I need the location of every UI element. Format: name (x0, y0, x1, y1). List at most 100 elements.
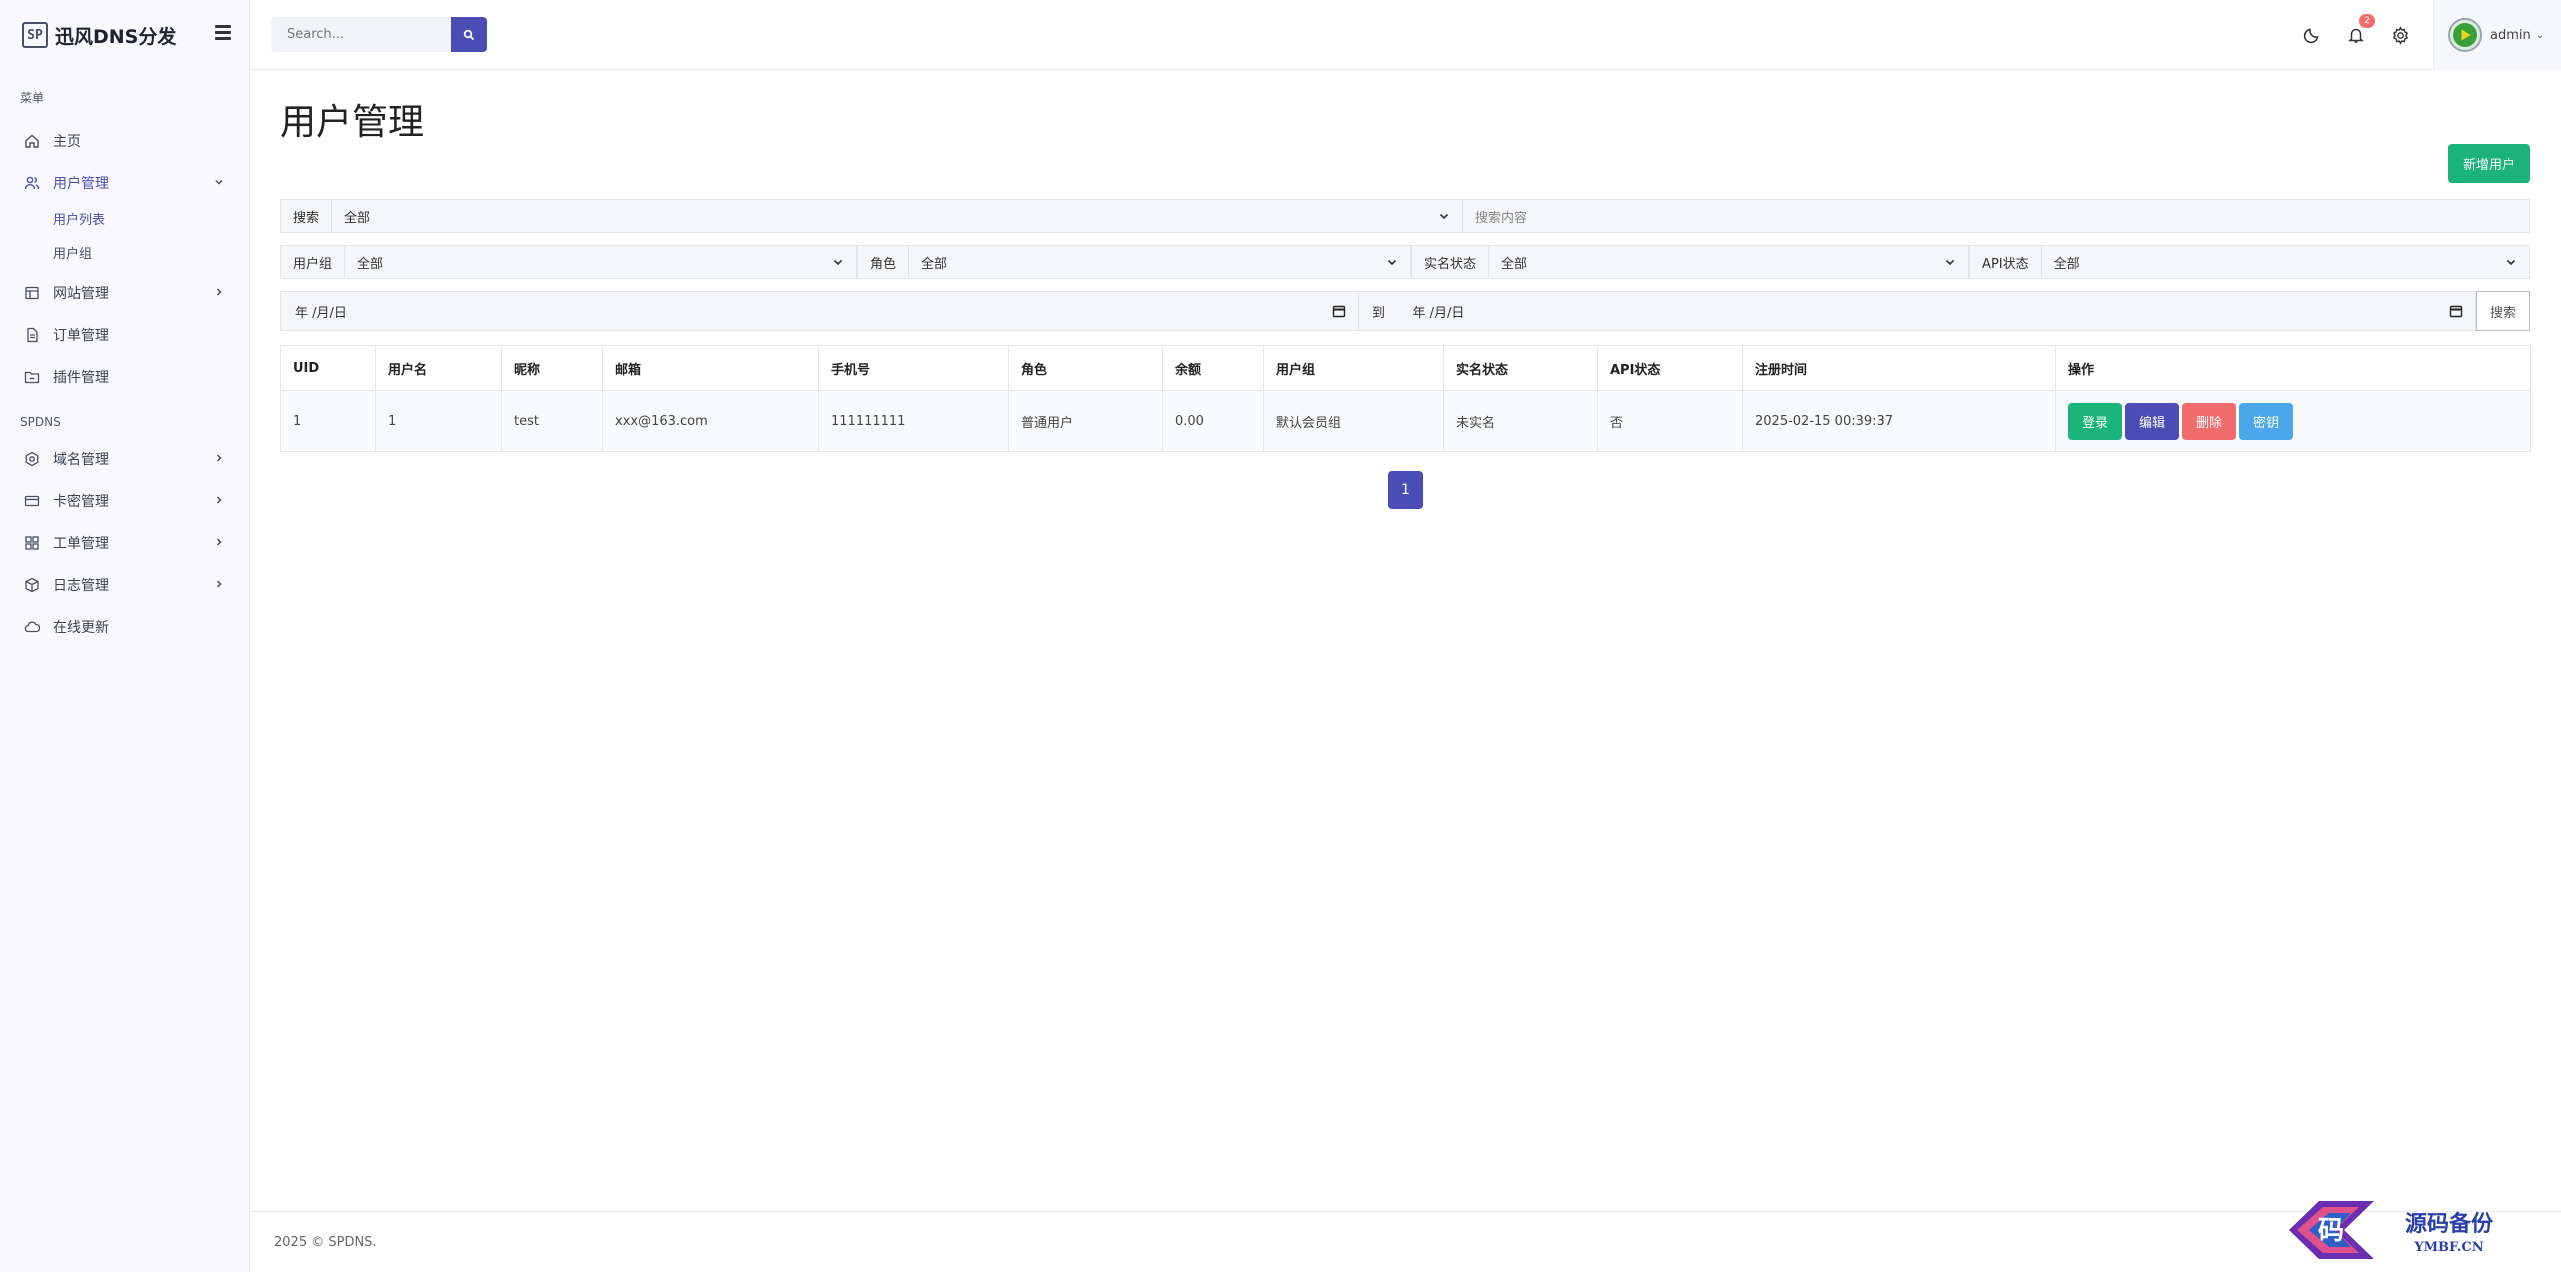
sidebar-item-plugins[interactable]: 插件管理 (0, 356, 249, 398)
cell-actions: 登录 编辑 删除 密钥 (2055, 390, 2531, 452)
main-content: 用户管理 新增用户 搜索 全部 搜索内容 用户组 全部 角色 全部 实名状态 全… (251, 71, 2561, 1211)
role-label: 角色 (857, 245, 910, 279)
cell-role: 普通用户 (1008, 390, 1163, 452)
chevron-right-icon (216, 538, 222, 546)
col-realname: 实名状态 (1443, 345, 1598, 391)
group-value: 全部 (357, 256, 384, 272)
sidebar-item-domains[interactable]: 域名管理 (0, 438, 249, 480)
users-icon (24, 175, 40, 191)
page-title: 用户管理 (280, 102, 425, 143)
role-select[interactable]: 全部 (909, 245, 1412, 279)
group-label: 用户组 (280, 245, 346, 279)
sidebar-item-logs[interactable]: 日志管理 (0, 564, 249, 606)
col-registered: 注册时间 (1742, 345, 2056, 391)
search-filter-row: 搜索 全部 搜索内容 (280, 199, 2530, 233)
sidebar-subitem-user-list[interactable]: 用户列表 (0, 204, 249, 238)
hamburger-menu-icon[interactable] (215, 25, 231, 40)
role-value: 全部 (921, 256, 948, 272)
col-username: 用户名 (375, 345, 502, 391)
card-icon (24, 493, 40, 509)
edit-button[interactable]: 编辑 (2125, 402, 2179, 440)
sidebar-item-users[interactable]: 用户管理 (0, 162, 249, 204)
realname-select[interactable]: 全部 (1489, 245, 1970, 279)
watermark-glyph: 码 (2318, 1216, 2344, 1246)
search-scope-value: 全部 (344, 210, 371, 226)
page-1-button[interactable]: 1 (1388, 471, 1423, 509)
cell-nickname: test (501, 390, 603, 452)
brand-logo: SP (22, 22, 48, 48)
calendar-icon (2449, 305, 2463, 318)
search-button[interactable] (451, 17, 487, 52)
search-icon (463, 29, 475, 40)
add-user-button[interactable]: 新增用户 (2448, 144, 2530, 183)
col-email: 邮箱 (602, 345, 819, 391)
notifications-button[interactable]: 2 (2345, 14, 2375, 46)
cell-registered: 2025-02-15 00:39:37 (1742, 390, 2056, 452)
sidebar-item-orders[interactable]: 订单管理 (0, 314, 249, 356)
sidebar-item-sites[interactable]: 网站管理 (0, 272, 249, 314)
top-search (271, 17, 487, 52)
search-content-input[interactable]: 搜索内容 (1463, 199, 2530, 233)
api-select[interactable]: 全部 (2041, 245, 2530, 279)
api-value: 全部 (2053, 256, 2080, 272)
cell-realname: 未实名 (1443, 390, 1598, 452)
top-icons: 2 admin ⌄ (2301, 0, 2561, 70)
realname-label: 实名状态 (1411, 245, 1490, 279)
table-row: 1 1 test xxx@163.com 111111111 普通用户 0.00… (280, 390, 2531, 452)
sidebar-item-home[interactable]: 主页 (0, 120, 249, 162)
key-button[interactable]: 密钥 (2239, 402, 2293, 440)
realname-value: 全部 (1501, 256, 1528, 272)
attribute-filter-row: 用户组 全部 角色 全部 实名状态 全部 API状态 全部 (280, 245, 2530, 279)
col-role: 角色 (1008, 345, 1163, 391)
sidebar-item-cards[interactable]: 卡密管理 (0, 480, 249, 522)
cell-username: 1 (375, 390, 502, 452)
chevron-right-icon (216, 496, 222, 504)
hexagon-icon (24, 451, 40, 467)
dark-mode-toggle[interactable] (2301, 24, 2323, 46)
sidebar-item-label: 主页 (53, 134, 81, 150)
login-button[interactable]: 登录 (2068, 402, 2122, 440)
bell-icon (2348, 28, 2364, 43)
chevron-right-icon (216, 454, 222, 462)
sidebar-item-update[interactable]: 在线更新 (0, 606, 249, 648)
col-actions: 操作 (2055, 345, 2531, 391)
table-header-row: UID 用户名 昵称 邮箱 手机号 角色 余额 用户组 实名状态 API状态 注… (280, 345, 2531, 391)
col-uid: UID (280, 345, 376, 391)
chevron-down-icon (833, 259, 843, 266)
col-group: 用户组 (1263, 345, 1444, 391)
api-label: API状态 (1969, 245, 2042, 279)
sidebar-item-label: 用户管理 (53, 176, 109, 192)
col-api: API状态 (1597, 345, 1743, 391)
topbar: 2 admin ⌄ (251, 0, 2561, 70)
watermark-text: 源码备份 (2405, 1211, 2494, 1237)
sidebar-item-label: 域名管理 (53, 452, 109, 468)
file-icon (24, 327, 40, 343)
cell-balance: 0.00 (1162, 390, 1264, 452)
date-from-input[interactable]: 年 /月/日 (280, 291, 1359, 331)
settings-button[interactable] (2389, 24, 2411, 46)
user-menu[interactable]: admin ⌄ (2433, 0, 2561, 70)
moon-icon (2303, 28, 2319, 44)
sidebar-subitem-user-group[interactable]: 用户组 (0, 238, 249, 272)
date-from-value: 年 /月/日 (295, 305, 347, 321)
col-phone: 手机号 (818, 345, 1009, 391)
box-icon (24, 577, 40, 593)
sidebar-item-label: 在线更新 (53, 620, 109, 636)
delete-button[interactable]: 删除 (2182, 402, 2236, 440)
gear-icon (2392, 25, 2408, 45)
cell-uid: 1 (280, 390, 376, 452)
search-input[interactable] (271, 17, 451, 52)
sidebar-item-label: 网站管理 (53, 286, 109, 302)
filter-search-button[interactable]: 搜索 (2476, 291, 2530, 331)
group-select[interactable]: 全部 (345, 245, 858, 279)
sidebar-item-tickets[interactable]: 工单管理 (0, 522, 249, 564)
watermark-sub: YMBF.CN (2413, 1240, 2483, 1255)
user-table: UID 用户名 昵称 邮箱 手机号 角色 余额 用户组 实名状态 API状态 注… (280, 345, 2531, 452)
chevron-down-icon (215, 179, 223, 185)
date-to-input[interactable]: 年 /月/日 (1398, 291, 2476, 331)
chevron-down-icon (2506, 259, 2516, 266)
brand[interactable]: SP 迅风DNS分发 (0, 0, 249, 70)
search-scope-select[interactable]: 全部 (332, 199, 1464, 233)
footer: 2025 © SPDNS. (251, 1211, 2561, 1272)
sidebar-item-label: 日志管理 (53, 578, 109, 594)
